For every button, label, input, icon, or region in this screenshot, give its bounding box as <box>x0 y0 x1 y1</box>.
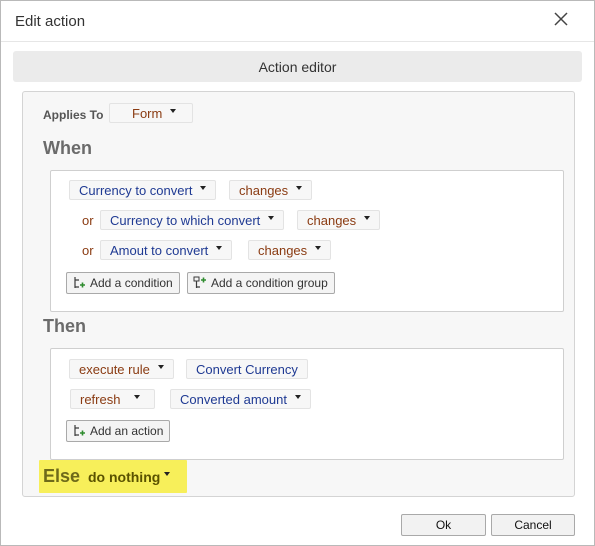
editor-body: Applies To Form When Currency to convert… <box>22 91 575 497</box>
caret-down-icon <box>296 186 303 190</box>
or-connector: or <box>82 243 94 258</box>
edit-action-dialog: Edit action Action editor Applies To For… <box>0 0 595 546</box>
caret-down-icon <box>315 246 322 250</box>
cancel-button[interactable]: Cancel <box>491 514 575 536</box>
condition-field-value: Currency to which convert <box>110 212 261 228</box>
action-target-dropdown[interactable]: Converted amount <box>170 389 311 409</box>
action-verb-value: execute rule <box>79 361 150 377</box>
condition-operator-dropdown[interactable]: changes <box>297 210 381 230</box>
then-heading: Then <box>43 316 86 336</box>
condition-operator-value: changes <box>307 212 357 228</box>
condition-field-dropdown[interactable]: Amout to convert <box>100 240 233 260</box>
caret-down-icon <box>157 365 164 369</box>
add-action-icon <box>74 425 85 436</box>
action-verb-dropdown[interactable]: refresh <box>70 389 155 409</box>
when-heading: When <box>43 138 92 158</box>
condition-field-value: Currency to convert <box>79 182 193 198</box>
dialog-title: Edit action <box>15 13 86 30</box>
add-condition-group-icon <box>193 276 206 288</box>
title-bar: Edit action <box>1 1 594 42</box>
then-panel: execute rule Convert Currency refresh Co… <box>50 348 564 460</box>
condition-operator-dropdown[interactable]: changes <box>229 180 313 200</box>
condition-field-dropdown[interactable]: Currency to which convert <box>100 210 285 230</box>
add-condition-group-button[interactable]: Add a condition group <box>187 272 335 294</box>
condition-operator-dropdown[interactable]: changes <box>248 240 332 260</box>
add-condition-group-label: Add a condition group <box>211 276 328 290</box>
condition-field-value: Amout to convert <box>110 242 209 258</box>
condition-operator-value: changes <box>239 182 289 198</box>
applies-to-dropdown[interactable]: Form <box>109 103 193 123</box>
action-verb-value: refresh <box>80 391 121 407</box>
action-target-value: Convert Currency <box>196 361 298 377</box>
caret-down-icon <box>268 216 275 220</box>
caret-down-icon <box>164 472 171 476</box>
applies-to-label: Applies To <box>43 108 104 122</box>
action-editor-title: Action editor <box>258 58 337 75</box>
cancel-label: Cancel <box>514 518 552 532</box>
action-target-value: Converted amount <box>180 391 287 407</box>
else-section: Else do nothing <box>39 460 187 493</box>
action-target-dropdown[interactable]: Convert Currency <box>186 359 308 379</box>
caret-down-icon <box>216 246 223 250</box>
action-verb-dropdown[interactable]: execute rule <box>69 359 174 379</box>
applies-to-value: Form <box>132 105 163 121</box>
condition-operator-value: changes <box>258 242 308 258</box>
caret-down-icon <box>170 109 177 113</box>
else-dropdown[interactable]: do nothing <box>88 469 171 485</box>
ok-label: Ok <box>435 518 452 532</box>
action-editor-header: Action editor <box>13 51 582 82</box>
condition-field-dropdown[interactable]: Currency to convert <box>69 180 217 200</box>
caret-down-icon <box>294 395 301 399</box>
when-panel: Currency to convert changes or Currency … <box>50 170 564 312</box>
else-value: do nothing <box>88 469 161 485</box>
close-button[interactable] <box>547 7 575 31</box>
add-condition-label: Add a condition <box>90 276 173 290</box>
caret-down-icon <box>200 186 207 190</box>
caret-down-icon <box>364 216 371 220</box>
close-icon <box>554 12 568 26</box>
add-condition-button[interactable]: Add a condition <box>66 272 180 294</box>
else-heading: Else <box>43 466 81 486</box>
add-action-label: Add an action <box>90 424 164 438</box>
add-action-button[interactable]: Add an action <box>66 420 171 442</box>
caret-down-icon <box>134 395 141 399</box>
add-condition-icon <box>74 277 85 288</box>
or-connector: or <box>82 213 94 228</box>
ok-button[interactable]: Ok <box>401 514 486 536</box>
